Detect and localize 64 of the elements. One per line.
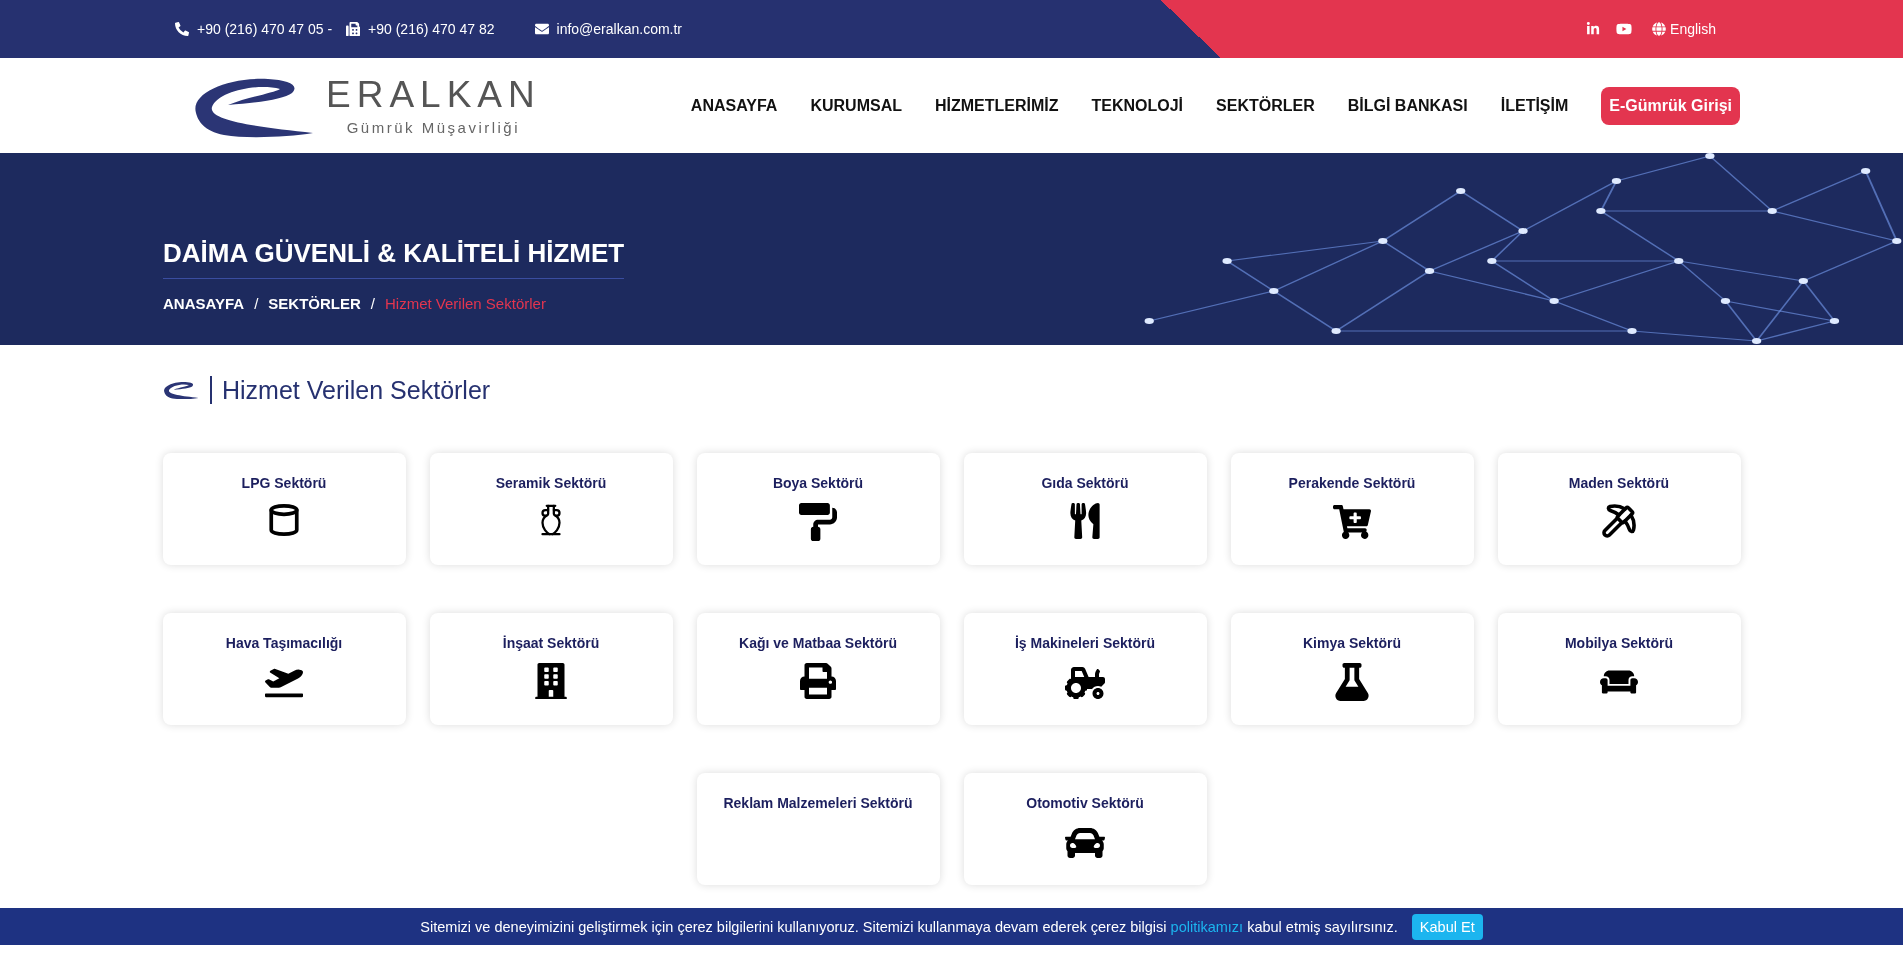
fax-icon	[346, 22, 361, 36]
cookie-text: Sitemizi ve deneyimizini geliştirmek için çerez bilgilerini kullanıyoruz. Sitemizi kullanmaya devam ederek çerez bilgisi politikamızı kabul etmiş sayılırsınız.	[420, 918, 1398, 935]
flask-icon	[1333, 663, 1371, 701]
sector-card[interactable]: LPG Sektörü	[162, 453, 406, 565]
sector-title: İş Makineleri Sektörü	[1014, 635, 1156, 651]
gas-cylinder-icon	[267, 503, 301, 537]
fax-number: +90 (216) 470 47 82	[368, 21, 495, 37]
nav-link[interactable]: TEKNOLOJİ	[1091, 96, 1184, 115]
breadcrumb-separator: /	[370, 295, 375, 312]
nav-link[interactable]: SEKTÖRLER	[1216, 96, 1315, 115]
linkedin-icon[interactable]	[1586, 22, 1601, 36]
sector-title: Mobilya Sektörü	[1564, 635, 1674, 651]
nav-link[interactable]: KURUMSAL	[810, 96, 902, 115]
sector-card[interactable]: İnşaat Sektörü	[429, 613, 673, 725]
language-link[interactable]: English	[1670, 21, 1716, 37]
sector-card[interactable]: Kimya Sektörü	[1230, 613, 1474, 725]
breadcrumb-separator: /	[254, 295, 259, 312]
nav-link[interactable]: HİZMETLERİMİZ	[934, 96, 1059, 115]
sector-title: Seramik Sektörü	[495, 475, 607, 491]
sector-card[interactable]: Otomotiv Sektörü	[963, 773, 1207, 885]
paint-roller-icon	[799, 503, 837, 541]
logo-subtitle: Gümrük Müşavirliği	[346, 118, 521, 136]
sector-card[interactable]: İş Makineleri Sektörü	[963, 613, 1207, 725]
shopping-cart-icon	[1333, 503, 1371, 541]
login-button[interactable]: E-Gümrük Girişi	[1601, 86, 1740, 125]
phone-number: +90 (216) 470 47 05 -	[197, 21, 333, 37]
email-address: info@eralkan.com.tr	[556, 21, 683, 37]
sector-card[interactable]: Boya Sektörü	[696, 453, 940, 565]
building-icon	[533, 663, 569, 699]
nav-link[interactable]: ANASAYFA	[690, 96, 778, 115]
sector-card[interactable]: Reklam Malzemeleri Sektörü	[696, 773, 940, 885]
nav-link[interactable]: İLETİŞİM	[1500, 96, 1569, 115]
sector-card[interactable]: Mobilya Sektörü	[1497, 613, 1741, 725]
sector-title: Hava Taşımacılığı	[225, 635, 343, 651]
mail-icon	[534, 22, 549, 36]
sector-title: Otomotiv Sektörü	[1026, 795, 1144, 811]
sector-card[interactable]: Seramik Sektörü	[429, 453, 673, 565]
policy-link[interactable]: politikamızı	[1170, 918, 1244, 935]
sector-card[interactable]: Maden Sektörü	[1497, 453, 1741, 565]
sector-title: İnşaat Sektörü	[502, 635, 600, 651]
section-title: Hizmet Verilen Sektörler	[222, 375, 491, 405]
sector-title: Gıda Sektörü	[1041, 475, 1129, 491]
sector-title: Boya Sektörü	[772, 475, 864, 491]
breadcrumb-link[interactable]: ANASAYFA	[163, 295, 245, 312]
pickaxe-icon	[1601, 503, 1637, 539]
printer-icon	[800, 663, 836, 699]
sector-card[interactable]: Kağı ve Matbaa Sektörü	[696, 613, 940, 725]
sector-title: Maden Sektörü	[1568, 475, 1670, 491]
sector-title: Kimya Sektörü	[1302, 635, 1401, 651]
hero-title: DAİMA GÜVENLİ & KALİTELİ HİZMET	[163, 238, 625, 279]
breadcrumb-link[interactable]: SEKTÖRLER	[268, 295, 361, 312]
logo-name: ERALKAN	[326, 75, 541, 113]
phone-icon	[175, 22, 189, 36]
sector-title: LPG Sektörü	[241, 475, 327, 491]
sector-card[interactable]: Hava Taşımacılığı	[162, 613, 406, 725]
utensils-icon	[1067, 503, 1103, 539]
youtube-icon[interactable]	[1616, 21, 1633, 37]
sector-title: Kağı ve Matbaa Sektörü	[739, 635, 897, 651]
sector-title: Reklam Malzemeleri Sektörü	[723, 795, 913, 811]
sector-title: Perakende Sektörü	[1288, 475, 1416, 491]
sector-card[interactable]: Gıda Sektörü	[963, 453, 1207, 565]
globe-icon	[1652, 22, 1667, 36]
nav-link[interactable]: BİLGİ BANKASI	[1347, 96, 1468, 115]
sector-card[interactable]: Perakende Sektörü	[1230, 453, 1474, 565]
